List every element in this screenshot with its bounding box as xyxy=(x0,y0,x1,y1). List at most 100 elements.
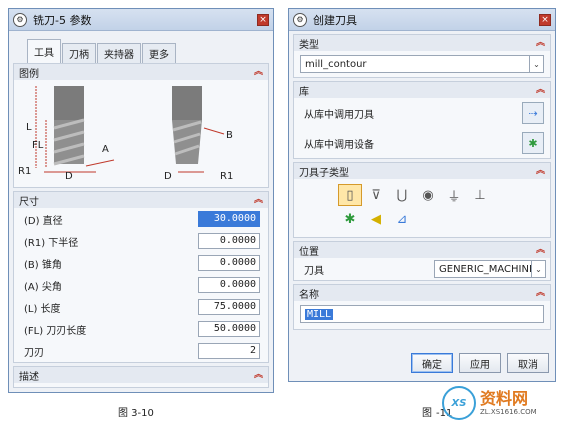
diagram-label-l: L xyxy=(26,122,32,133)
library-section: 库 ︽ 从库中调用刀具 ⇢ 从库中调用设备 ✱ xyxy=(293,81,551,159)
param-label: (D) 直径 xyxy=(24,215,63,227)
dimensions-header[interactable]: 尺寸 ︽ xyxy=(14,192,268,208)
chevron-down-icon[interactable]: ⌄ xyxy=(529,56,543,72)
description-title: 描述 xyxy=(19,371,39,383)
position-header[interactable]: 位置 ︽ xyxy=(294,242,550,258)
length-input[interactable]: 75.0000 xyxy=(198,299,260,315)
watermark: XS 资料网 ZL.XS1616.COM xyxy=(442,383,560,423)
tool-diagram: L FL R1 D A B D R1 xyxy=(18,86,233,182)
chevron-down-icon[interactable]: ⌄ xyxy=(531,261,545,277)
chamfer-mill-icon[interactable]: ⊽ xyxy=(364,184,388,206)
param-row-taper-angle: (B) 锥角 0.0000 xyxy=(14,252,268,274)
close-button[interactable]: × xyxy=(539,13,551,26)
param-row-length: (L) 长度 75.0000 xyxy=(14,296,268,318)
library-device-icon[interactable]: ✱ xyxy=(522,132,544,154)
thread-mill-icon[interactable]: ✱ xyxy=(338,208,362,230)
type-select[interactable]: mill_contour ⌄ xyxy=(300,55,544,73)
watermark-sub: ZL.XS1616.COM xyxy=(480,408,537,416)
collapse-chevron-icon[interactable]: ︽ xyxy=(536,245,545,255)
subtype-grid: ▯ ⊽ ⋃ ◉ ⏚ ⊥ ✱ ◀ ⊿ xyxy=(294,179,550,237)
collapse-chevron-icon[interactable]: ︽ xyxy=(536,85,545,95)
generic-tool-icon[interactable]: ⊿ xyxy=(390,208,414,230)
cancel-button[interactable]: 取消 xyxy=(507,353,549,373)
subtype-row: ▯ ⊽ ⋃ ◉ ⏚ ⊥ xyxy=(338,183,550,207)
collapse-chevron-icon[interactable]: ︽ xyxy=(536,288,545,298)
titlebar[interactable]: ⚙ 创建刀具 × xyxy=(289,9,555,31)
ok-button[interactable]: 确定 xyxy=(411,353,453,373)
param-label: (R1) 下半径 xyxy=(24,237,79,249)
param-label: 刀刃 xyxy=(24,347,44,359)
collapse-chevron-icon[interactable]: ︽ xyxy=(254,370,263,380)
watermark-logo: XS xyxy=(442,386,476,420)
param-row-lower-radius: (R1) 下半径 0.0000 xyxy=(14,230,268,252)
a-angle-line xyxy=(85,159,115,167)
dialog-title: 铣刀-5 参数 xyxy=(33,13,92,27)
name-title: 名称 xyxy=(299,289,319,301)
subtype-header[interactable]: 刀具子类型 ︽ xyxy=(294,163,550,179)
probe-icon[interactable]: ◀ xyxy=(364,208,388,230)
collapse-chevron-icon[interactable]: ︽ xyxy=(254,195,263,205)
diagram-label-d-left: D xyxy=(65,171,73,182)
tip-angle-input[interactable]: 0.0000 xyxy=(198,277,260,293)
barrel-cutter-icon[interactable]: ⊥ xyxy=(468,184,492,206)
lower-radius-input[interactable]: 0.0000 xyxy=(198,233,260,249)
spherical-mill-icon[interactable]: ◉ xyxy=(416,184,440,206)
collapse-chevron-icon[interactable]: ︽ xyxy=(536,166,545,176)
library-tool-icon[interactable]: ⇢ xyxy=(522,102,544,124)
ball-mill-icon[interactable]: ⋃ xyxy=(390,184,414,206)
type-title: 类型 xyxy=(299,39,319,51)
param-row-flutes: 刀刃 2 xyxy=(14,340,268,362)
tab-shank[interactable]: 刀柄 xyxy=(62,43,96,63)
name-section: 名称 ︽ MILL xyxy=(293,284,551,330)
param-label: (B) 锥角 xyxy=(24,259,62,271)
library-device-label: 从库中调用设备 xyxy=(304,139,374,151)
tab-tool[interactable]: 工具 xyxy=(27,39,61,63)
gear-icon: ⚙ xyxy=(13,12,27,27)
t-cutter-icon[interactable]: ⏚ xyxy=(442,184,466,206)
b-angle-line xyxy=(203,127,225,135)
titlebar[interactable]: ⚙ 铣刀-5 参数 × xyxy=(9,9,273,31)
legend-title: 图例 xyxy=(19,68,39,80)
tab-more[interactable]: 更多 xyxy=(142,43,176,63)
flutes-input[interactable]: 2 xyxy=(198,343,260,359)
caption-left: 图 3-10 xyxy=(118,408,154,419)
diagram-label-b: B xyxy=(226,130,233,141)
name-header[interactable]: 名称 ︽ xyxy=(294,285,550,301)
subtype-title: 刀具子类型 xyxy=(299,167,349,179)
apply-button[interactable]: 应用 xyxy=(459,353,501,373)
name-input[interactable]: MILL xyxy=(300,305,544,323)
tab-holder[interactable]: 夹持器 xyxy=(97,43,141,63)
end-mill-icon[interactable]: ▯ xyxy=(338,184,362,206)
param-row-tip-angle: (A) 尖角 0.0000 xyxy=(14,274,268,296)
library-header[interactable]: 库 ︽ xyxy=(294,82,550,98)
library-row-device: 从库中调用设备 ✱ xyxy=(294,128,550,158)
close-button[interactable]: × xyxy=(257,13,269,26)
type-select-value: mill_contour xyxy=(305,58,367,70)
diagram-label-r1-left: R1 xyxy=(18,166,31,177)
position-tool-select[interactable]: GENERIC_MACHINE ⌄ xyxy=(434,260,546,278)
collapse-chevron-icon[interactable]: ︽ xyxy=(536,38,545,48)
taper-angle-input[interactable]: 0.0000 xyxy=(198,255,260,271)
create-tool-dialog: ⚙ 创建刀具 × 类型 ︽ mill_contour ⌄ 库 ︽ 从库中调用刀具… xyxy=(288,8,556,382)
param-label: (L) 长度 xyxy=(24,303,61,315)
library-tool-label: 从库中调用刀具 xyxy=(304,109,374,121)
legend-header[interactable]: 图例 ︽ xyxy=(14,64,268,80)
diameter-input[interactable]: 30.0000 xyxy=(198,211,260,227)
type-header[interactable]: 类型 ︽ xyxy=(294,35,550,51)
right-tool-shank xyxy=(172,86,202,120)
param-row-flute-length: (FL) 刀刃长度 50.0000 xyxy=(14,318,268,340)
position-section: 位置 ︽ 刀具 GENERIC_MACHINE ⌄ xyxy=(293,241,551,281)
library-title: 库 xyxy=(299,86,309,98)
left-tool-shank xyxy=(54,86,84,120)
type-section: 类型 ︽ mill_contour ⌄ xyxy=(293,34,551,78)
dimensions-title: 尺寸 xyxy=(19,196,39,208)
diagram-label-fl: FL xyxy=(32,140,44,151)
flute-length-input[interactable]: 50.0000 xyxy=(198,321,260,337)
description-section: 描述 ︽ xyxy=(13,366,269,388)
tool-parameters-dialog: ⚙ 铣刀-5 参数 × 工具 刀柄 夹持器 更多 图例 ︽ L FL R1 D … xyxy=(8,8,274,393)
dialog-title: 创建刀具 xyxy=(313,13,357,27)
param-label: (A) 尖角 xyxy=(24,281,62,293)
description-header[interactable]: 描述 ︽ xyxy=(14,367,268,383)
subtype-row: ✱ ◀ ⊿ xyxy=(338,207,550,231)
collapse-chevron-icon[interactable]: ︽ xyxy=(254,67,263,77)
